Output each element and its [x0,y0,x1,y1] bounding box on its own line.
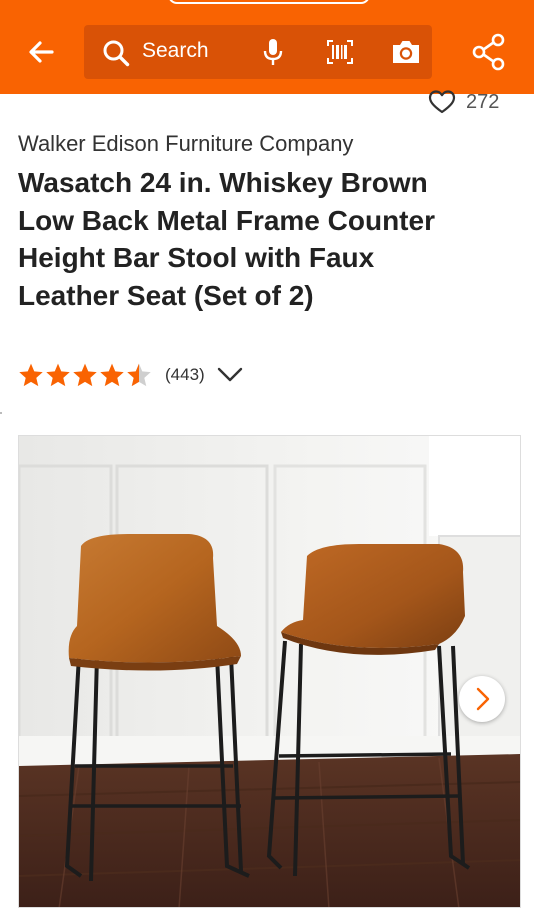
next-image-button[interactable] [459,676,505,722]
heart-icon [428,90,456,114]
share-button[interactable] [470,32,508,72]
review-count[interactable]: (443) [165,365,205,385]
star-icon [73,363,97,387]
microphone-icon[interactable] [260,37,286,67]
rating-summary[interactable]: (443) [18,362,243,388]
brand-name[interactable]: Walker Edison Furniture Company [18,131,353,157]
divider-mark [0,412,2,414]
barcode-icon[interactable] [326,39,354,65]
camera-icon[interactable] [390,38,422,66]
bar-stool-photo [19,436,520,907]
share-icon [472,33,505,71]
back-arrow-icon [29,41,54,63]
star-icon [46,363,70,387]
search-input[interactable]: Search [142,39,209,63]
favorite-button[interactable]: 272 [428,88,499,116]
star-icon [100,363,124,387]
product-title: Wasatch 24 in. Whiskey Brown Low Back Me… [18,167,435,311]
chevron-right-icon [476,687,490,711]
search-bar[interactable]: Search [84,25,432,79]
star-icon [19,363,43,387]
product-image[interactable] [18,435,521,908]
half-star-icon [127,363,151,387]
back-button[interactable] [22,32,62,72]
top-app-bar: Search [0,0,534,94]
search-icon [103,40,130,67]
header-pill-outline [168,0,370,4]
chevron-down-icon[interactable] [217,366,243,384]
favorite-count: 272 [466,90,500,113]
